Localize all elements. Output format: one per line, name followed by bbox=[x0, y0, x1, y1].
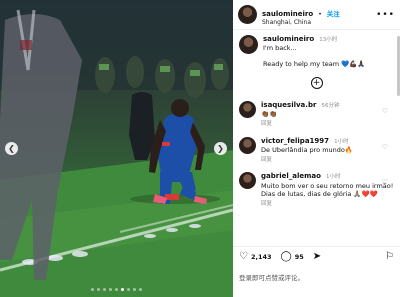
avatar[interactable] bbox=[239, 35, 258, 54]
carousel-dot bbox=[109, 288, 112, 291]
caption-emojis: 💙💪🏿🙏🏿 bbox=[341, 60, 366, 69]
carousel-dot bbox=[91, 288, 94, 291]
comment-count: 95 bbox=[294, 252, 304, 261]
heart-icon[interactable]: ♡ bbox=[382, 178, 388, 186]
reply-button[interactable]: 回复 bbox=[261, 157, 394, 164]
share-send-icon[interactable]: ➤ bbox=[313, 251, 321, 262]
comment-time: 1小时 bbox=[326, 174, 341, 181]
comment-username[interactable]: victor_felipa1997 bbox=[261, 137, 329, 145]
carousel-next-button[interactable]: ❯ bbox=[214, 142, 227, 155]
heart-icon[interactable]: ♡ bbox=[382, 107, 388, 115]
like-count: 2,143 bbox=[250, 252, 272, 261]
comment-text: De Uberlândia pro mundo🔥 bbox=[261, 146, 353, 155]
carousel-dot bbox=[97, 288, 100, 291]
caption-time: 13小时 bbox=[319, 37, 338, 43]
list-item: isaquesilva.br 56分钟 👏🏾👏🏾 回复 ♡ bbox=[239, 100, 394, 129]
avatar[interactable] bbox=[239, 172, 256, 190]
caption: saulomineiro 13小时 I'm back... Ready to h… bbox=[239, 35, 394, 69]
carousel-dot bbox=[115, 288, 118, 291]
reply-button[interactable]: 回复 bbox=[261, 121, 394, 128]
comment-text: 👏🏾👏🏾 bbox=[261, 110, 278, 119]
post-details-panel: saulomineiro • 关注 Shanghai, China ••• sa… bbox=[233, 0, 400, 297]
avatar[interactable] bbox=[239, 136, 256, 154]
carousel-dots bbox=[0, 288, 233, 291]
caption-line-2: Ready to help my team bbox=[263, 60, 340, 69]
list-item: gabriel_alemao 1小时 Muito bom ver o seu r… bbox=[239, 172, 394, 208]
avatar[interactable] bbox=[239, 100, 256, 118]
reply-button[interactable]: 回复 bbox=[261, 201, 394, 208]
chevron-right-icon: ❯ bbox=[217, 144, 224, 153]
carousel-dot bbox=[121, 288, 124, 291]
carousel-prev-button[interactable]: ❮ bbox=[5, 142, 18, 155]
football-player-photo bbox=[0, 0, 233, 297]
comment-time: 56分钟 bbox=[321, 102, 340, 109]
comment-text: Muito bom ver o seu retorno meu irmão! D… bbox=[261, 181, 394, 199]
post-actions: ♡ 2,143 ◯ 95 ➤ ⚐ bbox=[233, 246, 400, 266]
login-prompt-link[interactable]: 登录即可点赞或评论。 bbox=[239, 272, 304, 282]
comment-time: 1小时 bbox=[334, 138, 349, 145]
caption-line-1: I'm back... bbox=[263, 44, 297, 53]
more-options-icon[interactable]: ••• bbox=[376, 10, 395, 20]
chevron-left-icon: ❮ bbox=[8, 144, 15, 153]
carousel-dot bbox=[133, 288, 136, 291]
comment-username[interactable]: gabriel_alemao bbox=[261, 172, 321, 180]
load-more-comments-button[interactable]: + bbox=[310, 76, 323, 89]
location-link[interactable]: Shanghai, China bbox=[262, 19, 376, 27]
post-photo[interactable]: ❮ ❯ bbox=[0, 0, 233, 297]
like-heart-icon[interactable]: ♡ bbox=[239, 251, 248, 262]
author-username[interactable]: saulomineiro bbox=[262, 10, 313, 18]
comments-list[interactable]: saulomineiro 13小时 I'm back... Ready to h… bbox=[233, 31, 400, 245]
post-header: saulomineiro • 关注 Shanghai, China ••• bbox=[233, 0, 400, 30]
heart-icon[interactable]: ♡ bbox=[382, 143, 388, 151]
list-item: victor_felipa1997 1小时 De Uberlândia pro … bbox=[239, 136, 394, 165]
avatar[interactable] bbox=[238, 5, 257, 24]
carousel-dot bbox=[127, 288, 130, 291]
comment-bubble-icon[interactable]: ◯ bbox=[281, 251, 292, 262]
carousel-dot bbox=[139, 288, 142, 291]
follow-button[interactable]: 关注 bbox=[327, 10, 340, 18]
carousel-dot bbox=[103, 288, 106, 291]
comment-username[interactable]: isaquesilva.br bbox=[261, 101, 316, 109]
caption-username[interactable]: saulomineiro bbox=[263, 35, 314, 43]
bookmark-icon[interactable]: ⚐ bbox=[385, 251, 394, 262]
